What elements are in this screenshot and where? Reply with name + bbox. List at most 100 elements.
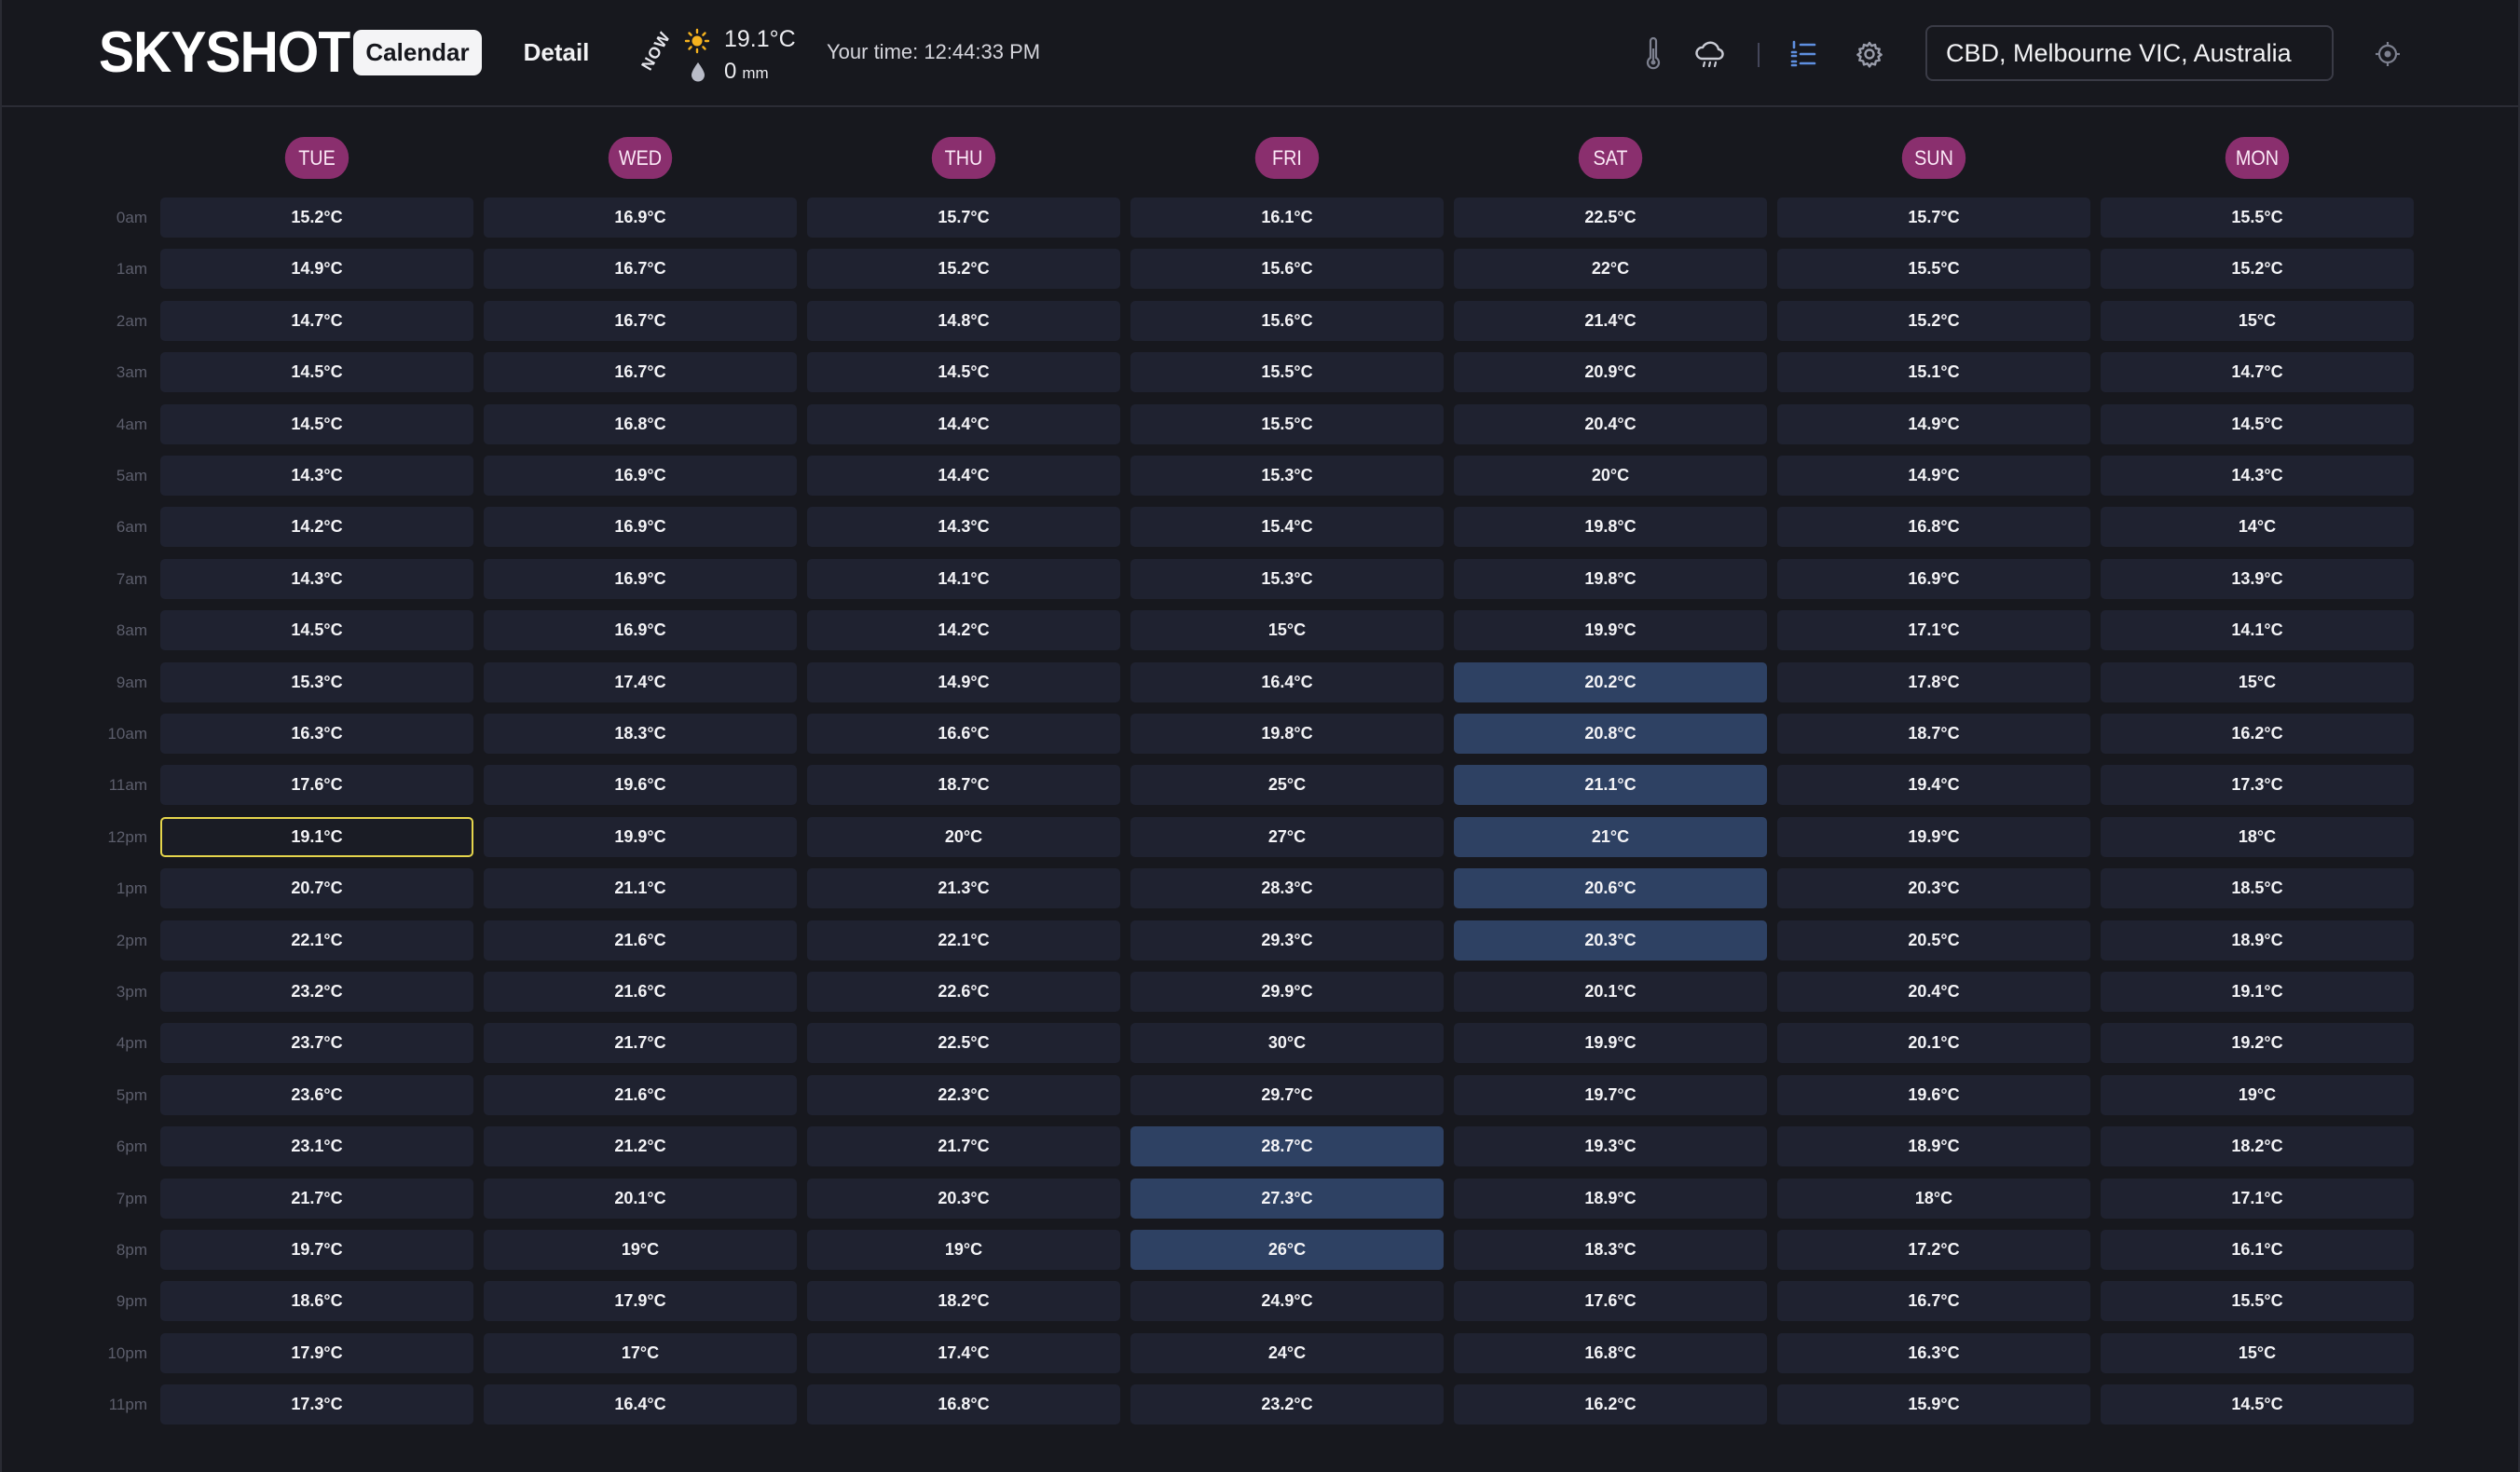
day-header-sat[interactable]: SAT xyxy=(1578,137,1643,179)
temperature-cell[interactable]: 30°C xyxy=(1130,1023,1444,1064)
thermometer-icon[interactable] xyxy=(1635,35,1672,73)
temperature-cell[interactable]: 22°C xyxy=(1454,249,1767,290)
temperature-cell[interactable]: 24°C xyxy=(1130,1332,1444,1373)
temperature-cell[interactable]: 17.3°C xyxy=(2101,765,2414,806)
temperature-cell[interactable]: 16.9°C xyxy=(1777,558,2090,599)
temperature-cell[interactable]: 19.9°C xyxy=(1454,610,1767,651)
temperature-cell[interactable]: 19.6°C xyxy=(484,765,797,806)
temperature-cell[interactable]: 15.9°C xyxy=(1777,1384,2090,1425)
temperature-cell[interactable]: 16.4°C xyxy=(1130,661,1444,702)
day-header-fri[interactable]: FRI xyxy=(1254,137,1320,179)
temperature-cell[interactable]: 20.4°C xyxy=(1777,972,2090,1012)
temperature-cell[interactable]: 15.2°C xyxy=(807,249,1120,290)
temperature-cell[interactable]: 29.7°C xyxy=(1130,1074,1444,1115)
temperature-cell[interactable]: 15.1°C xyxy=(1777,352,2090,393)
temperature-cell[interactable]: 14.7°C xyxy=(2101,352,2414,393)
temperature-cell[interactable]: 19.8°C xyxy=(1130,714,1444,754)
temperature-cell[interactable]: 17.9°C xyxy=(484,1281,797,1322)
temperature-cell[interactable]: 18.3°C xyxy=(484,714,797,754)
temperature-cell[interactable]: 20°C xyxy=(807,816,1120,857)
temperature-cell[interactable]: 16.8°C xyxy=(1454,1332,1767,1373)
temperature-cell[interactable]: 16.4°C xyxy=(484,1384,797,1425)
temperature-cell[interactable]: 21.4°C xyxy=(1454,300,1767,341)
temperature-cell[interactable]: 23.2°C xyxy=(1130,1384,1444,1425)
temperature-cell[interactable]: 21°C xyxy=(1454,816,1767,857)
temperature-cell[interactable]: 21.6°C xyxy=(484,1074,797,1115)
day-header-tue[interactable]: TUE xyxy=(284,137,349,179)
temperature-cell[interactable]: 19.8°C xyxy=(1454,507,1767,548)
temperature-cell[interactable]: 15°C xyxy=(2101,661,2414,702)
temperature-cell[interactable]: 15.7°C xyxy=(807,198,1120,238)
temperature-cell[interactable]: 17.2°C xyxy=(1777,1230,2090,1270)
temperature-cell[interactable]: 17.8°C xyxy=(1777,661,2090,702)
temperature-cell[interactable]: 16.9°C xyxy=(484,198,797,238)
temperature-cell[interactable]: 18.9°C xyxy=(1454,1178,1767,1219)
temperature-cell[interactable]: 17.1°C xyxy=(2101,1178,2414,1219)
temperature-cell[interactable]: 15.3°C xyxy=(1130,558,1444,599)
temperature-cell[interactable]: 14.9°C xyxy=(807,661,1120,702)
temperature-cell[interactable]: 18.7°C xyxy=(807,765,1120,806)
temperature-cell[interactable]: 14.5°C xyxy=(160,352,473,393)
location-search-input[interactable] xyxy=(1925,25,2334,81)
temperature-cell[interactable]: 21.3°C xyxy=(807,868,1120,909)
temperature-cell[interactable]: 16.9°C xyxy=(484,610,797,651)
temperature-cell[interactable]: 17°C xyxy=(484,1332,797,1373)
temperature-cell[interactable]: 21.7°C xyxy=(160,1178,473,1219)
temperature-cell[interactable]: 24.9°C xyxy=(1130,1281,1444,1322)
day-header-wed[interactable]: WED xyxy=(608,137,673,179)
temperature-cell[interactable]: 16.8°C xyxy=(807,1384,1120,1425)
temperature-cell[interactable]: 22.3°C xyxy=(807,1074,1120,1115)
temperature-cell[interactable]: 19.2°C xyxy=(2101,1023,2414,1064)
temperature-cell-current[interactable]: 19.1°C xyxy=(160,816,473,857)
temperature-cell[interactable]: 18°C xyxy=(1777,1178,2090,1219)
temperature-cell[interactable]: 16.1°C xyxy=(1130,198,1444,238)
temperature-cell[interactable]: 19.3°C xyxy=(1454,1126,1767,1167)
temperature-cell[interactable]: 15.5°C xyxy=(1777,249,2090,290)
temperature-cell[interactable]: 20.1°C xyxy=(1454,972,1767,1012)
temperature-cell[interactable]: 14.4°C xyxy=(807,403,1120,444)
temperature-cell[interactable]: 22.1°C xyxy=(807,920,1120,961)
temperature-cell[interactable]: 19.8°C xyxy=(1454,558,1767,599)
temperature-cell[interactable]: 19.7°C xyxy=(160,1230,473,1270)
temperature-cell[interactable]: 19.1°C xyxy=(2101,972,2414,1012)
temperature-cell[interactable]: 15.4°C xyxy=(1130,507,1444,548)
temperature-cell[interactable]: 28.7°C xyxy=(1130,1126,1444,1167)
temperature-cell[interactable]: 18.5°C xyxy=(2101,868,2414,909)
temperature-cell[interactable]: 18.7°C xyxy=(1777,714,2090,754)
temperature-cell[interactable]: 14.2°C xyxy=(807,610,1120,651)
temperature-cell[interactable]: 14.3°C xyxy=(807,507,1120,548)
temperature-cell[interactable]: 22.6°C xyxy=(807,972,1120,1012)
temperature-cell[interactable]: 23.2°C xyxy=(160,972,473,1012)
temperature-cell[interactable]: 23.6°C xyxy=(160,1074,473,1115)
calendar-tab-button[interactable]: Calendar xyxy=(353,30,482,75)
temperature-cell[interactable]: 27°C xyxy=(1130,816,1444,857)
temperature-cell[interactable]: 23.7°C xyxy=(160,1023,473,1064)
temperature-cell[interactable]: 29.3°C xyxy=(1130,920,1444,961)
temperature-cell[interactable]: 15.2°C xyxy=(2101,249,2414,290)
temperature-cell[interactable]: 15.5°C xyxy=(1130,403,1444,444)
temperature-cell[interactable]: 25°C xyxy=(1130,765,1444,806)
temperature-cell[interactable]: 16.2°C xyxy=(2101,714,2414,754)
temperature-cell[interactable]: 17.4°C xyxy=(807,1332,1120,1373)
temperature-cell[interactable]: 26°C xyxy=(1130,1230,1444,1270)
temperature-cell[interactable]: 17.9°C xyxy=(160,1332,473,1373)
temperature-cell[interactable]: 16.7°C xyxy=(484,249,797,290)
temperature-cell[interactable]: 19°C xyxy=(807,1230,1120,1270)
temperature-cell[interactable]: 21.7°C xyxy=(484,1023,797,1064)
temperature-cell[interactable]: 16.8°C xyxy=(1777,507,2090,548)
temperature-cell[interactable]: 14.3°C xyxy=(160,558,473,599)
temperature-cell[interactable]: 15°C xyxy=(2101,1332,2414,1373)
temperature-cell[interactable]: 20.2°C xyxy=(1454,661,1767,702)
temperature-cell[interactable]: 20.9°C xyxy=(1454,352,1767,393)
temperature-cell[interactable]: 15.5°C xyxy=(2101,1281,2414,1322)
temperature-cell[interactable]: 16.3°C xyxy=(160,714,473,754)
rain-cloud-icon[interactable] xyxy=(1691,35,1729,73)
temperature-cell[interactable]: 14.7°C xyxy=(160,300,473,341)
temperature-cell[interactable]: 18.2°C xyxy=(2101,1126,2414,1167)
temperature-cell[interactable]: 18.2°C xyxy=(807,1281,1120,1322)
temperature-cell[interactable]: 16.2°C xyxy=(1454,1384,1767,1425)
temperature-cell[interactable]: 17.3°C xyxy=(160,1384,473,1425)
temperature-cell[interactable]: 15°C xyxy=(2101,300,2414,341)
temperature-cell[interactable]: 20.3°C xyxy=(807,1178,1120,1219)
temperature-cell[interactable]: 18°C xyxy=(2101,816,2414,857)
